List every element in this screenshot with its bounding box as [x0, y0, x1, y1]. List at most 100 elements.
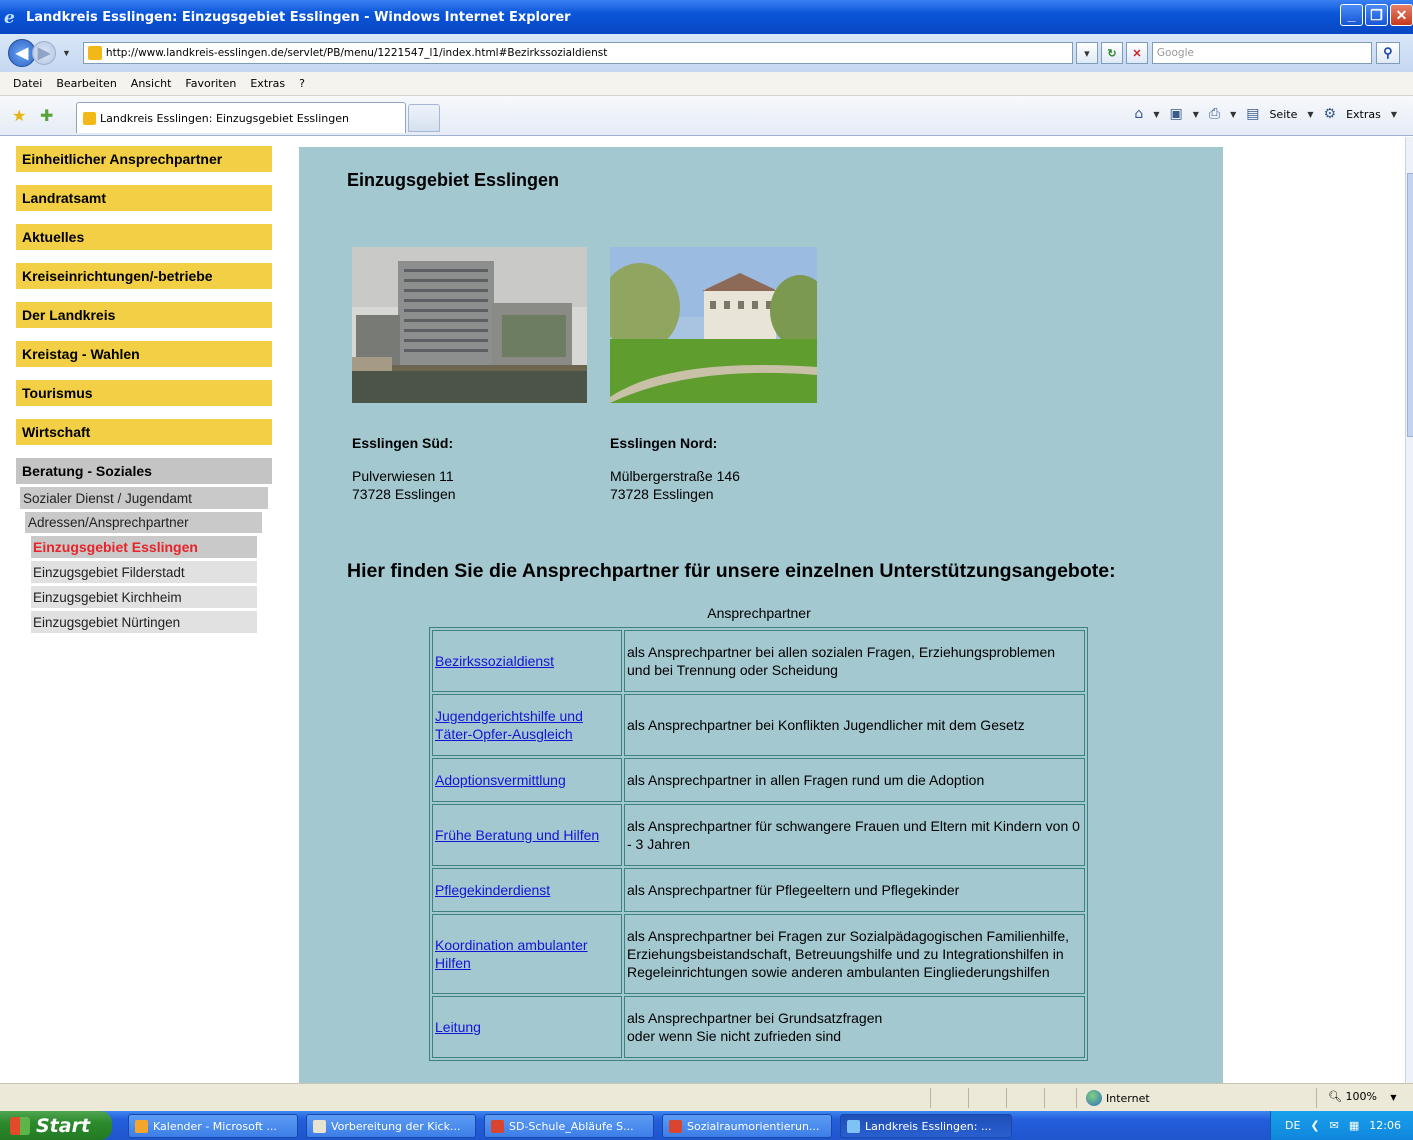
office-name: Esslingen Süd: [352, 435, 454, 451]
nav-subitem[interactable]: Einzugsgebiet Nürtingen [31, 611, 257, 633]
nav-subitem[interactable]: Einzugsgebiet Filderstadt [31, 561, 257, 583]
search-icon[interactable]: ⚲ [1375, 42, 1400, 64]
taskbar-task[interactable]: SD-Schule_Abläufe S... [484, 1114, 654, 1138]
office-name: Esslingen Nord: [610, 435, 718, 451]
nav-item[interactable]: Kreistag - Wahlen [16, 341, 272, 367]
taskbar-task[interactable]: Vorbereitung der Kick... [306, 1114, 476, 1138]
home-icon[interactable]: ⌂ [1134, 106, 1143, 122]
nav-item[interactable]: Der Landkreis [16, 302, 272, 328]
nav-item[interactable]: Einheitlicher Ansprechpartner [16, 146, 272, 172]
page-menu-button[interactable]: Seite [1269, 108, 1297, 121]
zoom-dropdown-icon[interactable]: ▼ [1390, 1093, 1396, 1102]
office-nord-photo [610, 247, 817, 403]
forward-button[interactable]: ▶ [32, 41, 56, 65]
page-icon: ▤ [1246, 106, 1260, 122]
table-cell: Koordination ambulanter Hilfen [432, 914, 622, 994]
status-divider [1076, 1088, 1077, 1108]
service-link[interactable]: Pflegekinderdienst [435, 882, 550, 898]
zone-label: Internet [1106, 1091, 1150, 1105]
service-link[interactable]: Adoptionsvermittlung [435, 772, 566, 788]
page-dropdown-icon[interactable]: ▼ [1307, 110, 1313, 119]
scrollbar-thumb[interactable] [1407, 173, 1413, 437]
nav-item[interactable]: Tourismus [16, 380, 272, 406]
table-row: Adoptionsvermittlung als Ansprechpartner… [432, 758, 1085, 802]
stop-button[interactable]: ✕ [1125, 42, 1148, 64]
tools-gear-icon: ⚙ [1323, 106, 1337, 122]
feeds-dropdown-icon[interactable]: ▼ [1193, 110, 1199, 119]
tray-expand-icon[interactable]: ❮ [1310, 1119, 1319, 1132]
nav-item[interactable]: Aktuelles [16, 224, 272, 250]
menu-bearbeiten[interactable]: Bearbeiten [49, 77, 123, 90]
left-navigation: Einheitlicher Ansprechpartner Landratsam… [16, 146, 272, 636]
table-cell: Adoptionsvermittlung [432, 758, 622, 802]
nav-item[interactable]: Landratsamt [16, 185, 272, 211]
menu-ansicht[interactable]: Ansicht [124, 77, 179, 90]
zoom-control[interactable]: 🔍︎ 100% ▼ [1328, 1090, 1397, 1103]
table-row: Jugendgerichtshilfe und Täter-Opfer-Ausg… [432, 694, 1085, 756]
address-bar[interactable]: http://www.landkreis-esslingen.de/servle… [82, 42, 1073, 64]
service-link[interactable]: Koordination ambulanter Hilfen [435, 937, 588, 971]
menu-extras[interactable]: Extras [243, 77, 292, 90]
service-description: als Ansprechpartner bei Grundsatzfragen … [624, 996, 1085, 1058]
system-tray: DE ❮ ✉ ▦ 12:06 [1270, 1111, 1413, 1140]
browser-tab[interactable]: Landkreis Esslingen: Einzugsgebiet Essli… [76, 102, 406, 133]
feeds-icon[interactable]: ▣ [1169, 106, 1182, 122]
service-description: als Ansprechpartner bei Fragen zur Sozia… [624, 914, 1085, 994]
nav-subitem-current[interactable]: Einzugsgebiet Esslingen [31, 536, 257, 558]
page-favicon-icon [87, 46, 102, 60]
maximize-button[interactable]: ❐ [1365, 4, 1388, 26]
menu-help[interactable]: ? [292, 77, 312, 90]
start-label: Start [36, 1114, 91, 1137]
tab-favicon-icon [83, 111, 96, 125]
taskbar-task[interactable]: Kalender - Microsoft ... [128, 1114, 298, 1138]
menu-favoriten[interactable]: Favoriten [178, 77, 243, 90]
print-dropdown-icon[interactable]: ▼ [1230, 110, 1236, 119]
nav-subitem-adressen[interactable]: Adressen/Ansprechpartner [25, 512, 262, 533]
favorites-star-icon[interactable]: ★ [12, 106, 26, 126]
nav-subitem[interactable]: Einzugsgebiet Kirchheim [31, 586, 257, 608]
home-dropdown-icon[interactable]: ▼ [1153, 110, 1159, 119]
taskbar-task[interactable]: Sozialraumorientierun... [662, 1114, 832, 1138]
mail-icon[interactable]: ✉ [1330, 1119, 1339, 1132]
service-description: als Ansprechpartner für schwangere Fraue… [624, 804, 1085, 866]
minimize-button[interactable]: _ [1340, 4, 1363, 26]
nav-subitem-jugendamt[interactable]: Sozialer Dienst / Jugendamt [20, 487, 268, 509]
print-icon[interactable]: ⎙ [1209, 106, 1220, 122]
powerpoint-icon [491, 1119, 504, 1133]
history-dropdown-icon[interactable]: ▼ [62, 48, 71, 58]
close-button[interactable]: ✕ [1390, 4, 1413, 26]
network-icon[interactable]: ▦ [1349, 1119, 1359, 1132]
zoom-level: 100% [1345, 1090, 1377, 1103]
menu-datei[interactable]: Datei [6, 77, 49, 90]
new-tab-button[interactable] [408, 104, 440, 132]
nav-item[interactable]: Wirtschaft [16, 419, 272, 445]
vertical-scrollbar[interactable] [1405, 137, 1413, 1083]
service-link[interactable]: Bezirkssozialdienst [435, 653, 554, 669]
service-link[interactable]: Leitung [435, 1019, 481, 1035]
add-favorites-icon[interactable]: ✚ [40, 106, 53, 126]
windows-logo-icon [10, 1116, 30, 1135]
office-sued-photo [352, 247, 587, 403]
task-label: SD-Schule_Abläufe S... [509, 1119, 634, 1133]
tools-dropdown-icon[interactable]: ▼ [1391, 110, 1397, 119]
address-dropdown-icon[interactable]: ▾ [1075, 42, 1098, 64]
powerpoint-icon [669, 1119, 682, 1133]
tools-menu-button[interactable]: Extras [1346, 108, 1381, 121]
language-indicator[interactable]: DE [1285, 1119, 1300, 1132]
service-link[interactable]: Frühe Beratung und Hilfen [435, 827, 599, 843]
service-description: als Ansprechpartner für Pflegeeltern und… [624, 868, 1085, 912]
clock: 12:06 [1369, 1119, 1401, 1132]
tab-label: Landkreis Esslingen: Einzugsgebiet Essli… [100, 111, 349, 125]
search-input[interactable]: Google [1151, 42, 1372, 64]
service-description: als Ansprechpartner bei Konflikten Jugen… [624, 694, 1085, 756]
taskbar-task-active[interactable]: Landkreis Esslingen: ... [840, 1114, 1012, 1138]
status-divider [968, 1088, 969, 1108]
nav-item-active[interactable]: Beratung - Soziales [16, 458, 272, 484]
start-button[interactable]: Start [0, 1111, 112, 1140]
table-row: Leitung als Ansprechpartner bei Grundsat… [432, 996, 1085, 1058]
task-label: Landkreis Esslingen: ... [865, 1119, 992, 1133]
nav-item[interactable]: Kreiseinrichtungen/-betriebe [16, 263, 272, 289]
status-bar: Internet 🔍︎ 100% ▼ [0, 1083, 1413, 1111]
service-link[interactable]: Jugendgerichtshilfe und Täter-Opfer-Ausg… [435, 708, 583, 742]
refresh-button[interactable]: ↻ [1100, 42, 1123, 64]
